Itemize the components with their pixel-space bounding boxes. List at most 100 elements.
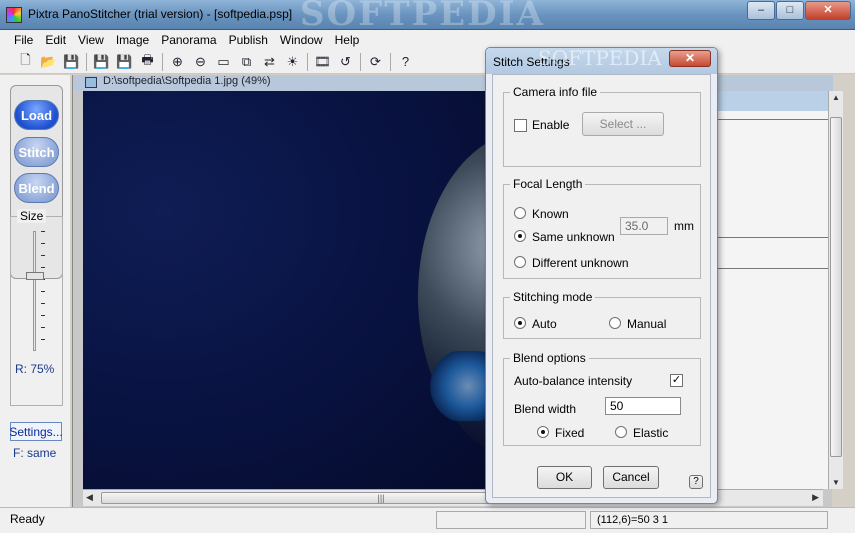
size-label: Size	[17, 209, 47, 223]
save-icon[interactable]: 💾	[60, 52, 83, 72]
scroll-down-arrow-icon[interactable]: ▼	[832, 478, 840, 487]
different-unknown-label: Different unknown	[532, 256, 629, 270]
zoom-in-icon[interactable]: ⊕	[166, 52, 189, 72]
size-slider-thumb[interactable]	[26, 272, 44, 280]
document-title: D:\softpedia\Softpedia 1.jpg (49%)	[103, 75, 271, 87]
focal-length-group: Focal Length Known Same unknown Differen…	[503, 177, 701, 279]
blend-options-group: Blend options Auto-balance intensity ✓ B…	[503, 351, 701, 446]
focal-length-label: Focal Length	[510, 177, 586, 191]
new-icon[interactable]: 🗋	[14, 52, 37, 72]
blend-width-label: Blend width	[514, 402, 577, 416]
window-controls: – □ ✕	[746, 1, 851, 20]
dialog-body: Camera info file Enable Select ... Focal…	[492, 74, 711, 498]
enable-label: Enable	[532, 118, 570, 132]
filmstrip-icon[interactable]: 🎞	[311, 52, 334, 72]
toolbar-separator	[86, 52, 87, 71]
stitching-mode-label: Stitching mode	[510, 290, 596, 304]
menu-file[interactable]: File	[8, 30, 39, 50]
camera-info-group: Camera info file Enable Select ...	[503, 85, 701, 167]
scroll-up-arrow-icon[interactable]: ▲	[832, 93, 840, 102]
blend-button[interactable]: Blend	[14, 173, 59, 203]
print-icon[interactable]: 🖶	[136, 52, 159, 72]
left-panel: Load Stitch Blend Size R: 75% Settings..…	[0, 75, 70, 507]
size-slider-ticks	[41, 231, 45, 351]
fixed-radio[interactable]	[537, 426, 549, 438]
known-radio[interactable]	[514, 207, 526, 219]
menu-publish[interactable]: Publish	[223, 30, 274, 50]
ok-button[interactable]: OK	[537, 466, 592, 489]
swap-icon[interactable]: ⇄	[258, 52, 281, 72]
menu-panorama[interactable]: Panorama	[155, 30, 222, 50]
brightness-icon[interactable]: ☀	[281, 52, 304, 72]
status-text: Ready	[10, 512, 45, 526]
arrange-icon[interactable]: ⧉	[235, 52, 258, 72]
blend-options-label: Blend options	[510, 351, 589, 365]
help-button[interactable]: ?	[689, 475, 703, 489]
camera-info-label: Camera info file	[510, 85, 601, 99]
save-as-icon[interactable]: 💾	[113, 52, 136, 72]
vertical-scrollbar[interactable]: ▲ ▼	[828, 91, 843, 489]
scroll-left-arrow-icon[interactable]: ◀	[86, 492, 93, 503]
blend-width-input[interactable]: 50	[605, 397, 681, 415]
document-window: D:\softpedia\Softpedia 1.jpg (49%) ▲ ▼ ◀…	[72, 75, 843, 507]
select-button[interactable]: Select ...	[582, 112, 664, 136]
app-icon	[6, 7, 22, 23]
checkmark-icon: ✓	[671, 374, 682, 386]
toolbar-separator	[307, 52, 308, 71]
fixed-label: Fixed	[555, 426, 585, 440]
manual-radio[interactable]	[609, 317, 621, 329]
status-coords: (112,6)=50 3 1	[590, 511, 828, 529]
minimize-button[interactable]: –	[747, 1, 775, 20]
elastic-radio[interactable]	[615, 426, 627, 438]
dialog-watermark: SOFTPEDIA	[538, 46, 662, 70]
size-group: Size R: 75%	[10, 209, 63, 406]
image-canvas[interactable]	[83, 91, 488, 489]
toolbar: 🗋 📂 💾 💾 💾 🖶 ⊕ ⊖ ▭ ⧉ ⇄ ☀ 🎞 ↺ ⟳ ?	[0, 50, 855, 74]
focal-unit-label: mm	[674, 219, 694, 233]
focal-status-label: F: same	[13, 446, 57, 460]
auto-radio[interactable]	[514, 317, 526, 329]
save-100-icon[interactable]: 💾	[90, 52, 113, 72]
menu-edit[interactable]: Edit	[39, 30, 72, 50]
status-bar: Ready (112,6)=50 3 1	[0, 507, 855, 533]
undo-icon[interactable]: ↺	[334, 52, 357, 72]
load-button[interactable]: Load	[14, 100, 59, 130]
maximize-button[interactable]: □	[776, 1, 804, 20]
window-title: Pixtra PanoStitcher (trial version) - [s…	[28, 7, 293, 21]
focal-length-input[interactable]: 35.0	[620, 217, 668, 235]
earth-land-image	[428, 351, 488, 421]
image-file-icon	[85, 77, 97, 88]
menu-bar: File Edit View Image Panorama Publish Wi…	[0, 30, 855, 50]
vertical-scroll-thumb[interactable]	[830, 117, 842, 457]
menu-window[interactable]: Window	[274, 30, 329, 50]
stitch-button[interactable]: Stitch	[14, 137, 59, 167]
dialog-title-bar: Stitch Settings SOFTPEDIA ✕	[486, 46, 717, 74]
stitching-mode-group: Stitching mode Auto Manual	[503, 290, 701, 339]
auto-balance-checkbox[interactable]: ✓	[670, 374, 683, 387]
menu-help[interactable]: Help	[329, 30, 366, 50]
enable-checkbox[interactable]	[514, 119, 527, 132]
cancel-button[interactable]: Cancel	[603, 466, 659, 489]
auto-balance-label: Auto-balance intensity	[514, 374, 633, 388]
ratio-label: R: 75%	[15, 362, 55, 376]
different-unknown-radio[interactable]	[514, 256, 526, 268]
update-icon[interactable]: ⟳	[364, 52, 387, 72]
scroll-right-arrow-icon[interactable]: ▶	[812, 492, 819, 503]
dialog-close-button[interactable]: ✕	[669, 50, 711, 67]
fit-icon[interactable]: ▭	[212, 52, 235, 72]
close-button[interactable]: ✕	[805, 1, 851, 20]
settings-button[interactable]: Settings...	[9, 422, 63, 441]
menu-view[interactable]: View	[72, 30, 110, 50]
same-unknown-radio[interactable]	[514, 230, 526, 242]
toolbar-separator	[390, 52, 391, 71]
zoom-out-icon[interactable]: ⊖	[189, 52, 212, 72]
status-cell-empty	[436, 511, 586, 529]
toolbar-separator	[360, 52, 361, 71]
manual-label: Manual	[627, 317, 667, 331]
open-icon[interactable]: 📂	[37, 52, 60, 72]
size-slider-track[interactable]	[33, 231, 36, 351]
menu-image[interactable]: Image	[110, 30, 155, 50]
same-unknown-label: Same unknown	[532, 230, 615, 244]
known-label: Known	[532, 207, 569, 221]
help-icon[interactable]: ?	[394, 52, 417, 72]
